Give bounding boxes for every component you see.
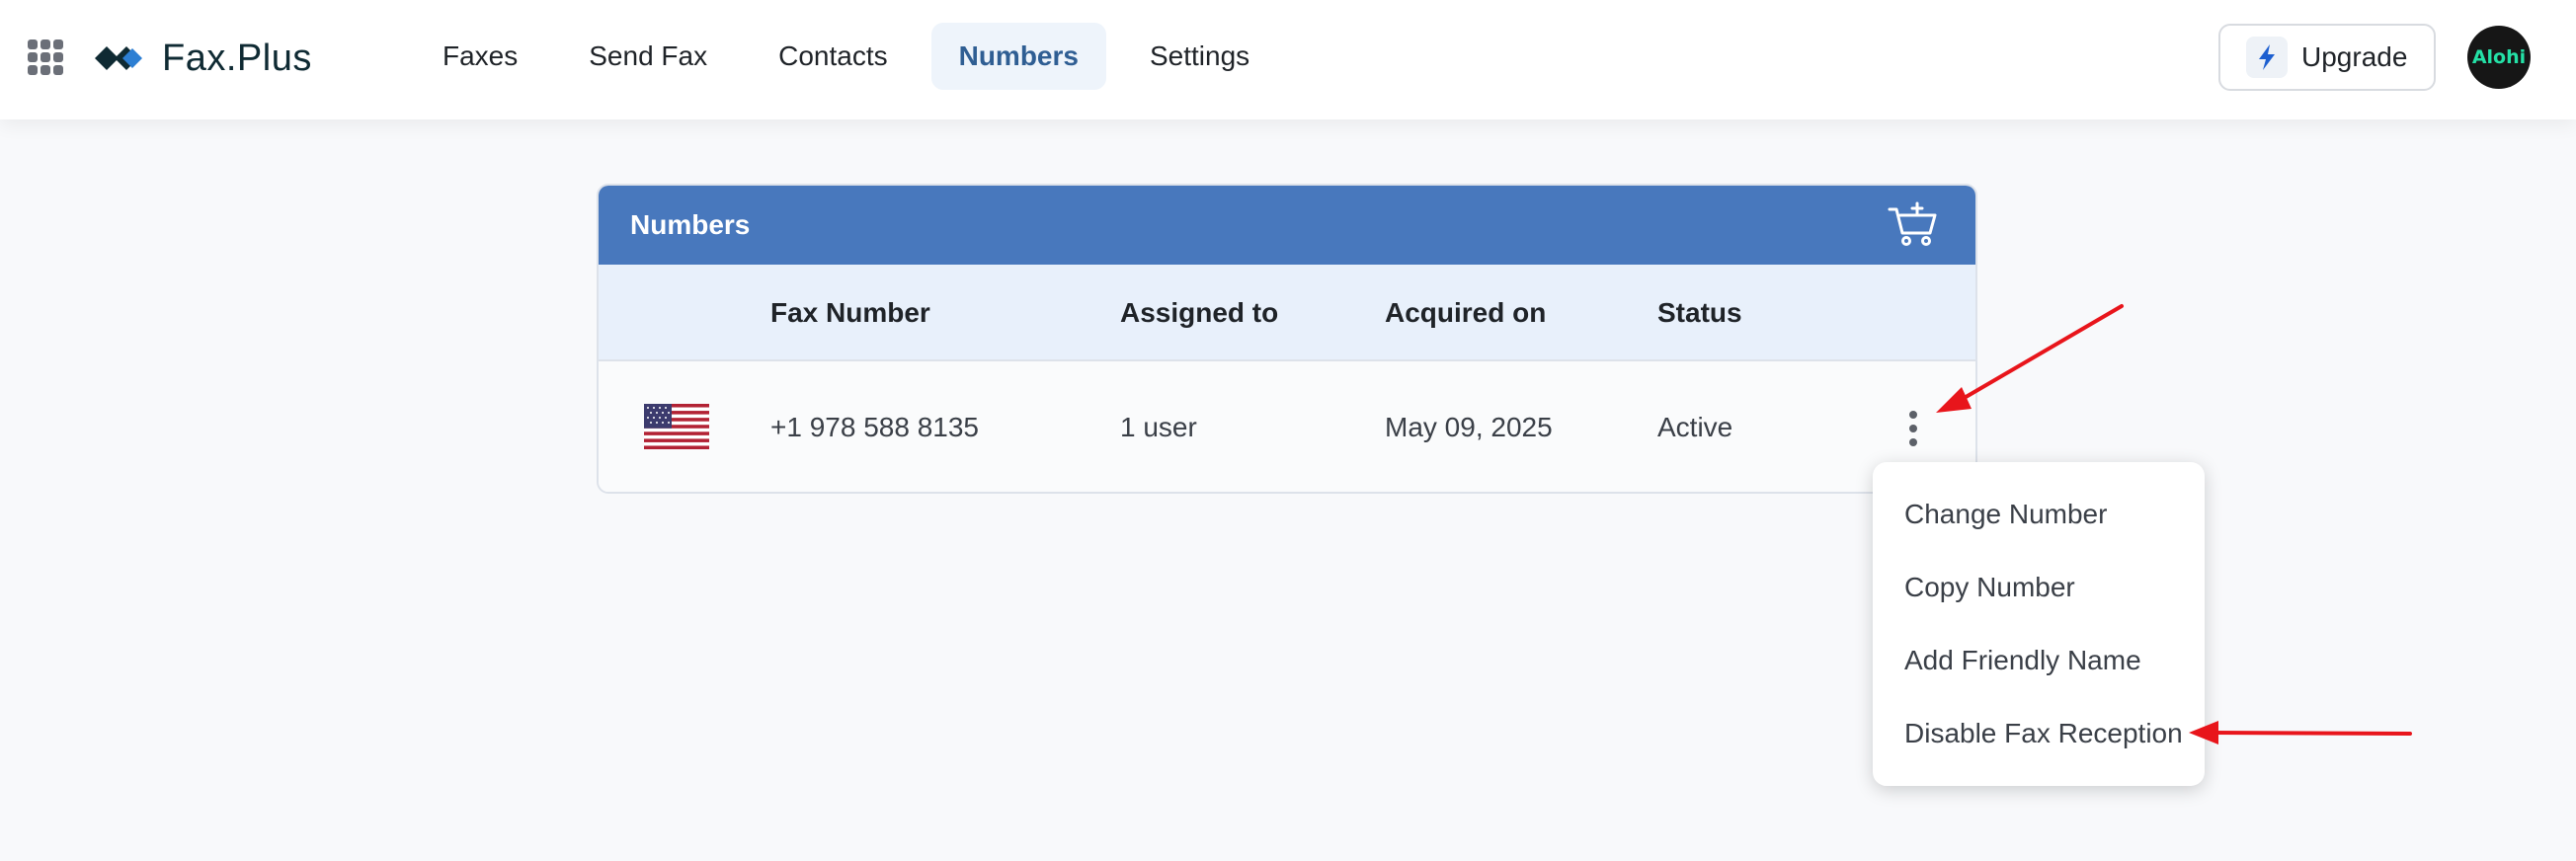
- fax-number-cell: +1 978 588 8135: [770, 412, 979, 442]
- us-flag-icon: [644, 404, 709, 449]
- app-logo[interactable]: Fax.Plus: [93, 34, 312, 83]
- card-header: Numbers: [599, 186, 1975, 265]
- col-fax-number[interactable]: Fax Number: [770, 265, 930, 361]
- apps-grid-icon[interactable]: [28, 39, 63, 75]
- nav-send-fax[interactable]: Send Fax: [561, 23, 735, 90]
- nav-numbers[interactable]: Numbers: [930, 23, 1106, 90]
- col-assigned-to[interactable]: Assigned to: [1120, 265, 1278, 361]
- nav-contacts[interactable]: Contacts: [751, 23, 916, 90]
- menu-item-add-friendly-name[interactable]: Add Friendly Name: [1873, 624, 2205, 697]
- col-status[interactable]: Status: [1657, 265, 1742, 361]
- col-acquired-on[interactable]: Acquired on: [1385, 265, 1546, 361]
- add-to-cart-icon[interactable]: [1887, 201, 1938, 247]
- menu-item-disable-fax-reception[interactable]: Disable Fax Reception: [1873, 697, 2205, 770]
- app-name: Fax.Plus: [162, 37, 312, 79]
- status-cell: Active: [1657, 412, 1733, 442]
- table-row[interactable]: +1 978 588 8135 1 user May 09, 2025 Acti…: [599, 361, 1975, 492]
- upgrade-button[interactable]: Upgrade: [2218, 24, 2436, 91]
- menu-item-change-number[interactable]: Change Number: [1873, 478, 2205, 551]
- annotation-arrow-disable: [2189, 721, 2412, 744]
- user-avatar[interactable]: Alohi: [2467, 26, 2531, 89]
- card-title: Numbers: [630, 209, 751, 240]
- logo-mark-icon: [95, 46, 142, 70]
- main-nav: Faxes Send Fax Contacts Numbers Settings: [415, 23, 1277, 90]
- bolt-icon: [2246, 37, 2288, 78]
- menu-item-copy-number[interactable]: Copy Number: [1873, 551, 2205, 624]
- acquired-on-cell: May 09, 2025: [1385, 412, 1553, 442]
- nav-faxes[interactable]: Faxes: [415, 23, 545, 90]
- assigned-to-cell[interactable]: 1 user: [1120, 361, 1197, 492]
- numbers-card: Numbers Fax Number Assigned to Acquired …: [597, 184, 1977, 494]
- kebab-menu-icon[interactable]: [1898, 409, 1928, 448]
- top-bar: Fax.Plus Faxes Send Fax Contacts Numbers…: [0, 0, 2576, 119]
- row-actions-menu: Change Number Copy Number Add Friendly N…: [1873, 462, 2205, 786]
- upgrade-label: Upgrade: [2301, 41, 2408, 72]
- nav-settings[interactable]: Settings: [1122, 23, 1277, 90]
- table-header: Fax Number Assigned to Acquired on Statu…: [599, 265, 1975, 361]
